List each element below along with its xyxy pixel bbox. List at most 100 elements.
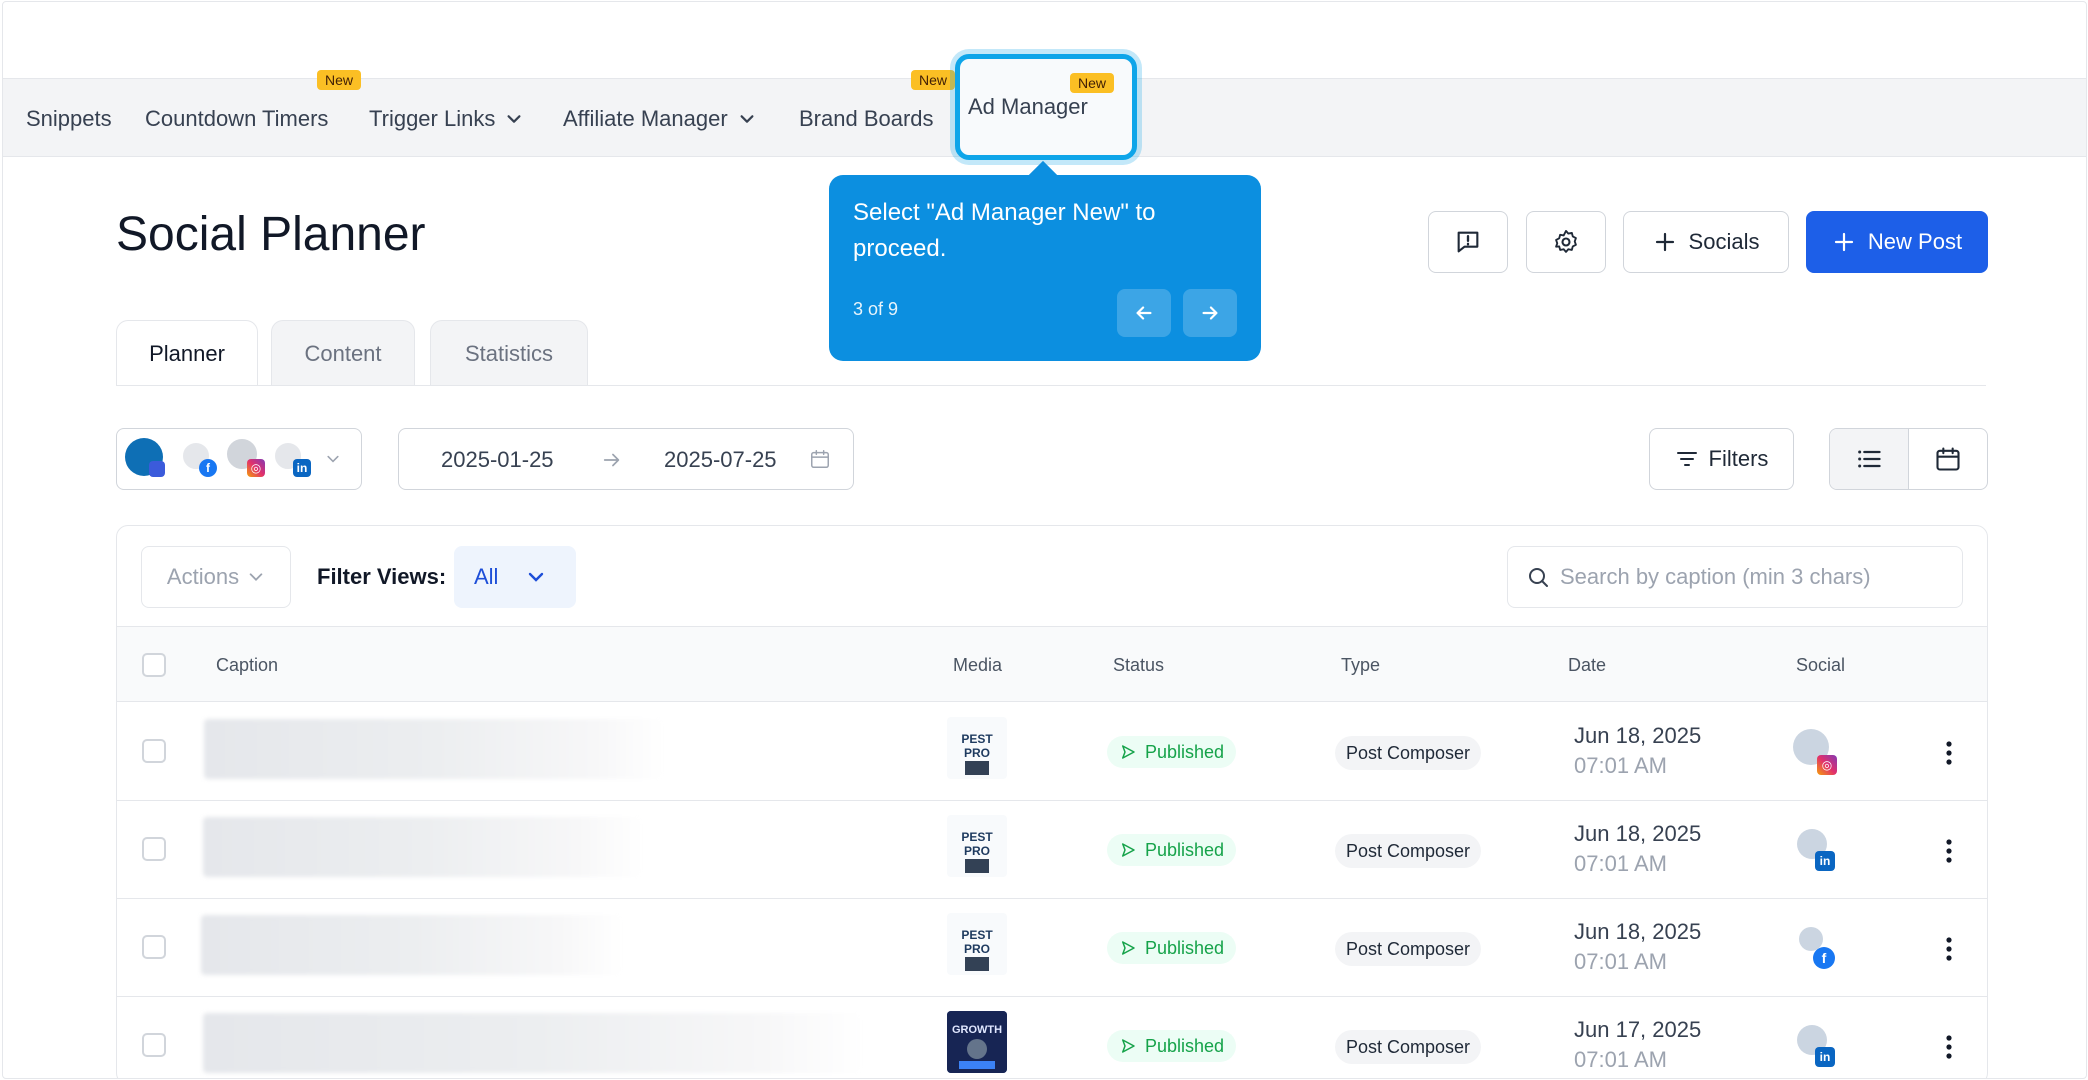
svg-text:PRO: PRO: [964, 942, 990, 956]
table-header: Caption Media Status Type Date Social: [117, 626, 1987, 702]
more-vertical-icon[interactable]: [1937, 935, 1961, 963]
nav-affiliate-manager[interactable]: Affiliate Manager: [563, 79, 756, 158]
arrow-right-icon: [1202, 306, 1218, 320]
date-range-picker[interactable]: 2025-01-25 2025-07-25: [398, 428, 854, 490]
table-row[interactable]: GROWTH Published Post Composer Jun 17, 2…: [117, 997, 1987, 1078]
facebook-icon: f: [199, 459, 217, 477]
image-thumb-icon: PESTPRO: [947, 913, 1007, 975]
row-checkbox[interactable]: [142, 935, 166, 959]
row-checkbox[interactable]: [142, 1033, 166, 1057]
post-date: Jun 18, 2025: [1574, 919, 1702, 944]
status-badge: Published: [1107, 834, 1237, 866]
type-badge: Post Composer: [1335, 736, 1482, 770]
nav-brand-boards[interactable]: New Brand Boards: [799, 70, 956, 158]
send-icon: [1122, 843, 1135, 857]
table-row[interactable]: PEST PRO Published Post Composer Jun 18, …: [117, 703, 1987, 801]
row-checkbox[interactable]: [142, 837, 166, 861]
caption-blurred: [201, 915, 623, 975]
media-thumbnail[interactable]: PEST PRO: [947, 717, 1007, 779]
more-vertical-icon[interactable]: [1937, 1033, 1961, 1061]
column-header: Type: [1341, 655, 1381, 675]
tab-label: Content: [304, 340, 382, 366]
select-all-checkbox[interactable]: [142, 653, 166, 677]
new-badge: New: [317, 70, 362, 90]
page-title: Social Planner: [116, 208, 426, 261]
tour-prev-button[interactable]: [1117, 289, 1171, 337]
feedback-button[interactable]: [1428, 211, 1508, 273]
search-input[interactable]: [1560, 564, 1940, 590]
column-header: Social: [1796, 655, 1846, 675]
post-date: Jun 17, 2025: [1574, 1017, 1702, 1042]
column-header: Media: [953, 655, 1003, 675]
nav-label: Trigger Links: [369, 105, 496, 131]
nav-countdown-timers[interactable]: New Countdown Timers: [145, 70, 362, 158]
more-vertical-icon[interactable]: [1937, 837, 1961, 865]
post-date: Jun 18, 2025: [1574, 821, 1702, 846]
tab-planner[interactable]: Planner: [116, 320, 258, 386]
calendar-icon: [811, 450, 829, 468]
caption-blurred: [204, 719, 664, 779]
social-account-picker[interactable]: f ◎ in: [116, 428, 362, 490]
media-thumbnail[interactable]: PEST PRO: [947, 913, 1007, 975]
row-checkbox[interactable]: [142, 739, 166, 763]
svg-text:PEST: PEST: [961, 928, 993, 942]
media-thumbnail[interactable]: PEST PRO: [947, 815, 1007, 877]
nav-snippets[interactable]: Snippets: [26, 79, 112, 158]
table-row[interactable]: PEST PRO Published Post Composer Jun 18, …: [117, 801, 1987, 899]
instagram-icon: ◎: [247, 459, 265, 477]
tab-label: Planner: [149, 340, 225, 366]
message-alert-icon: [1457, 231, 1479, 253]
add-socials-button[interactable]: Socials: [1623, 211, 1789, 273]
new-post-button[interactable]: New Post: [1806, 211, 1988, 273]
end-date: 2025-07-25: [664, 447, 777, 472]
tour-next-button[interactable]: [1183, 289, 1237, 337]
image-thumb-icon: PESTPRO: [947, 815, 1007, 877]
column-header: Date: [1568, 655, 1607, 675]
svg-text:GROWTH: GROWTH: [952, 1024, 1002, 1036]
nav-label: Brand Boards: [799, 105, 934, 131]
tour-message: Select "Ad Manager New" to proceed.: [853, 199, 1156, 262]
actions-dropdown[interactable]: Actions: [141, 546, 291, 608]
post-time: 07:01 AM: [1574, 851, 1667, 876]
search-icon: [1529, 568, 1548, 587]
filter-lines-icon: [1676, 452, 1697, 466]
filters-label: Filters: [1708, 446, 1769, 471]
list-view-button[interactable]: [1830, 429, 1909, 489]
tab-content[interactable]: Content: [271, 320, 415, 386]
tab-label: Statistics: [464, 340, 554, 366]
view-toggle: [1829, 428, 1988, 490]
chevron-down-icon: [327, 455, 339, 463]
caption-blurred: [203, 817, 643, 877]
nav-trigger-links[interactable]: Trigger Links: [369, 79, 523, 158]
facebook-icon: f: [1813, 947, 1835, 969]
media-thumbnail[interactable]: GROWTH: [947, 1011, 1007, 1073]
tabs-divider: [116, 385, 1986, 386]
tab-statistics[interactable]: Statistics: [430, 320, 588, 386]
image-thumb-icon: PESTPRO: [947, 717, 1007, 779]
status-label: Published: [1145, 839, 1225, 860]
social-account: ◎: [1793, 729, 1841, 777]
nav-label: Affiliate Manager: [563, 105, 728, 131]
filters-button[interactable]: Filters: [1649, 428, 1794, 490]
chevron-down-icon: [740, 114, 754, 123]
chevron-down-icon: [507, 114, 521, 123]
nav-ad-manager[interactable]: New Ad Manager: [955, 54, 1137, 160]
table-row[interactable]: PEST PRO Published Post Composer Jun 18, …: [117, 899, 1987, 997]
start-date: 2025-01-25: [441, 447, 554, 472]
status-label: Published: [1145, 1035, 1225, 1056]
gmb-icon: [149, 461, 165, 477]
filter-views-select[interactable]: All: [454, 546, 576, 608]
caption-blurred: [203, 1013, 863, 1073]
send-icon: [1122, 1039, 1135, 1053]
new-post-label: New Post: [1867, 229, 1963, 254]
calendar-view-button[interactable]: [1909, 429, 1988, 489]
status-label: Published: [1145, 937, 1225, 958]
settings-button[interactable]: [1526, 211, 1606, 273]
arrow-left-icon: [1136, 306, 1152, 320]
nav-label: Countdown Timers: [145, 105, 329, 131]
type-badge: Post Composer: [1335, 1030, 1482, 1064]
calendar-icon: [1936, 447, 1960, 471]
socials-label: Socials: [1688, 229, 1760, 254]
more-vertical-icon[interactable]: [1937, 739, 1961, 767]
chevron-down-icon: [249, 573, 263, 581]
